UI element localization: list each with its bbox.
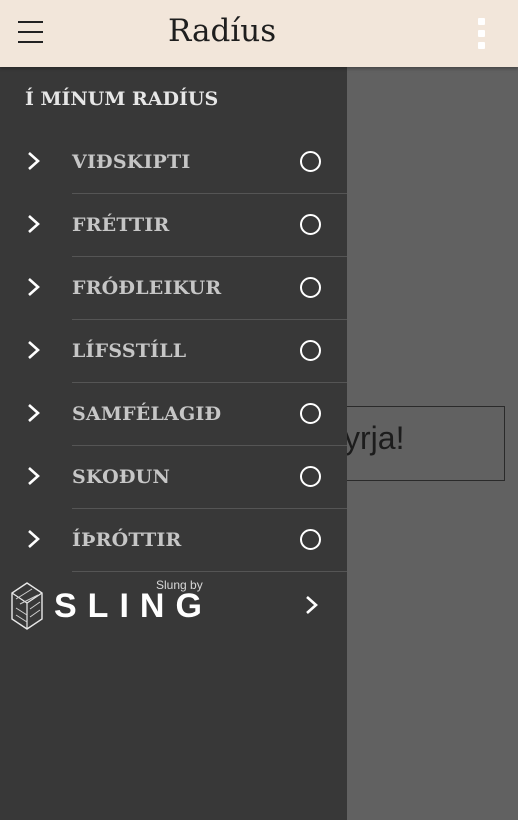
more-vertical-icon[interactable]	[474, 18, 488, 50]
drawer-item-label: ÍÞRÓTTIR	[72, 529, 182, 551]
radio-unchecked-icon[interactable]	[300, 214, 321, 235]
radio-unchecked-icon[interactable]	[300, 466, 321, 487]
drawer-item-frodleikur[interactable]: FRÓÐLEIKUR	[0, 257, 347, 320]
chevron-right-icon	[28, 215, 40, 233]
radio-unchecked-icon[interactable]	[300, 340, 321, 361]
chevron-right-icon	[28, 278, 40, 296]
drawer-item-skodun[interactable]: SKOÐUN	[0, 446, 347, 509]
chevron-right-icon	[28, 152, 40, 170]
radio-unchecked-icon[interactable]	[300, 403, 321, 424]
app-bar: Radíus	[0, 0, 518, 67]
sling-footer-link[interactable]: Slung by SLING	[0, 573, 347, 639]
navigation-drawer: Í MÍNUM RADÍUS VIÐSKIPTI FRÉTTIR FRÓÐLEI…	[0, 67, 347, 820]
drawer-item-ithrottir[interactable]: ÍÞRÓTTIR	[0, 509, 347, 572]
sling-cube-logo-icon	[11, 582, 43, 630]
drawer-item-frettir[interactable]: FRÉTTIR	[0, 194, 347, 257]
drawer-item-label: FRÓÐLEIKUR	[72, 277, 222, 299]
chevron-right-icon	[28, 404, 40, 422]
divider	[72, 571, 347, 572]
drawer-item-label: SKOÐUN	[72, 466, 171, 488]
drawer-item-samfelagid[interactable]: SAMFÉLAGIÐ	[0, 383, 347, 446]
drawer-item-label: FRÉTTIR	[72, 214, 170, 236]
page-title: Radíus	[168, 13, 277, 49]
drawer-item-label: SAMFÉLAGIÐ	[72, 403, 222, 425]
drawer-item-lifsstill[interactable]: LÍFSSTÍLL	[0, 320, 347, 383]
chevron-right-icon	[28, 341, 40, 359]
background-button-text: yrja!	[344, 420, 405, 456]
chevron-right-icon	[28, 530, 40, 548]
radio-unchecked-icon[interactable]	[300, 151, 321, 172]
radio-unchecked-icon[interactable]	[300, 277, 321, 298]
chevron-right-icon	[28, 467, 40, 485]
drawer-item-label: VIÐSKIPTI	[72, 151, 191, 173]
radio-unchecked-icon[interactable]	[300, 529, 321, 550]
drawer-item-label: LÍFSSTÍLL	[72, 340, 187, 362]
hamburger-menu-icon[interactable]	[18, 21, 44, 45]
drawer-header: Í MÍNUM RADÍUS	[25, 88, 219, 110]
chevron-right-icon	[306, 596, 318, 614]
drawer-item-vidskipti[interactable]: VIÐSKIPTI	[0, 131, 347, 194]
sling-brand-wordmark: SLING	[54, 587, 213, 625]
